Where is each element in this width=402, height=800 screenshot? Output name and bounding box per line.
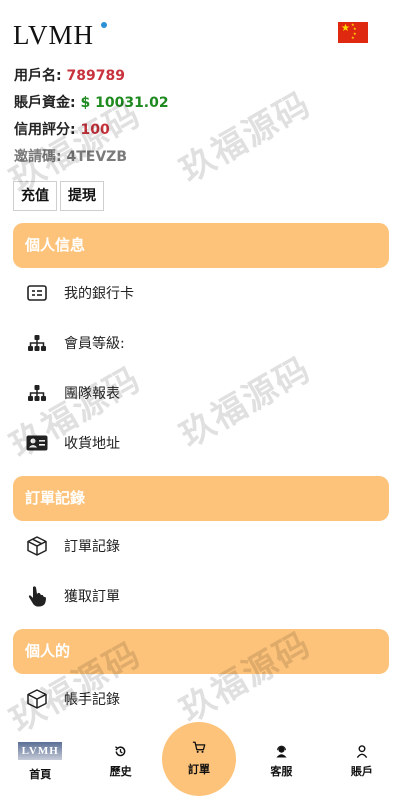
id-card-icon — [26, 432, 48, 454]
user-icon — [356, 742, 368, 760]
nav-home[interactable]: LVMH 首頁 — [0, 735, 80, 800]
pointer-hand-icon — [26, 585, 48, 607]
box-icon — [26, 688, 48, 710]
history-icon — [114, 742, 127, 760]
section-personal-info: 個人信息 — [13, 223, 389, 268]
menu-item-label: 會員等級: — [64, 336, 125, 352]
menu-item-account-records[interactable]: 帳手記錄 — [0, 674, 402, 724]
menu-item-bank-card[interactable]: 我的銀行卡 — [0, 268, 402, 318]
header: LVMH ★ ★ ★ ★ ★ — [0, 0, 402, 66]
brand-logo: LVMH — [13, 20, 95, 50]
support-agent-icon — [275, 742, 288, 760]
menu-item-member-level[interactable]: 會員等級: — [0, 318, 402, 368]
username-row: 用戶名: 789789 — [14, 66, 388, 93]
menu-item-label: 訂單記錄 — [64, 539, 120, 555]
credit-row: 信用評分: 100 — [14, 120, 388, 147]
nav-order-button[interactable]: 訂單 — [162, 722, 236, 796]
menu-item-team-report[interactable]: 團隊報表 — [0, 368, 402, 418]
menu-item-get-order[interactable]: 獲取訂單 — [0, 571, 402, 621]
menu-item-label: 獲取訂單 — [64, 589, 120, 605]
nav-label: 首頁 — [29, 768, 52, 781]
hierarchy-icon — [26, 382, 48, 404]
nav-label: 客服 — [270, 765, 293, 778]
bank-card-icon — [26, 282, 48, 304]
invite-row: 邀請碼: 4TEVZB — [14, 147, 388, 174]
menu-item-label: 收貨地址 — [64, 436, 120, 452]
invite-value: 4TEVZB — [66, 149, 127, 165]
menu-item-shipping-address[interactable]: 收貨地址 — [0, 418, 402, 468]
section-personal: 個人的 — [13, 629, 389, 674]
nav-label: 賬戶 — [350, 765, 373, 778]
action-buttons: 充值 提現 — [0, 181, 402, 211]
credit-label: 信用評分: — [14, 122, 76, 138]
home-logo-icon: LVMH — [18, 742, 63, 760]
balance-value: $ 10031.02 — [80, 95, 169, 111]
china-flag-icon[interactable]: ★ ★ ★ ★ ★ — [338, 22, 368, 43]
logo-dot-icon — [101, 22, 107, 28]
nav-history[interactable]: 歷史 — [80, 735, 160, 800]
credit-value: 100 — [80, 122, 110, 138]
hierarchy-icon — [26, 332, 48, 354]
nav-label: 訂單 — [188, 763, 210, 776]
invite-label: 邀請碼: — [14, 149, 62, 165]
withdraw-button[interactable]: 提現 — [60, 181, 104, 211]
recharge-button[interactable]: 充值 — [13, 181, 57, 211]
menu-item-order-records[interactable]: 訂單記錄 — [0, 521, 402, 571]
menu-item-label: 帳手記錄 — [64, 692, 120, 708]
account-info: 用戶名: 789789 賬戶資金: $ 10031.02 信用評分: 100 邀… — [0, 66, 402, 174]
menu-item-label: 團隊報表 — [64, 386, 120, 402]
nav-label: 歷史 — [109, 765, 132, 778]
nav-service[interactable]: 客服 — [241, 735, 321, 800]
balance-label: 賬戶資金: — [14, 95, 76, 111]
username-value: 789789 — [66, 68, 125, 84]
balance-row: 賬戶資金: $ 10031.02 — [14, 93, 388, 120]
nav-account[interactable]: 賬戶 — [322, 735, 402, 800]
box-icon — [26, 535, 48, 557]
section-order-records: 訂單記錄 — [13, 476, 389, 521]
username-label: 用戶名: — [14, 68, 62, 84]
cart-icon — [192, 741, 206, 757]
menu-item-label: 我的銀行卡 — [64, 286, 134, 302]
